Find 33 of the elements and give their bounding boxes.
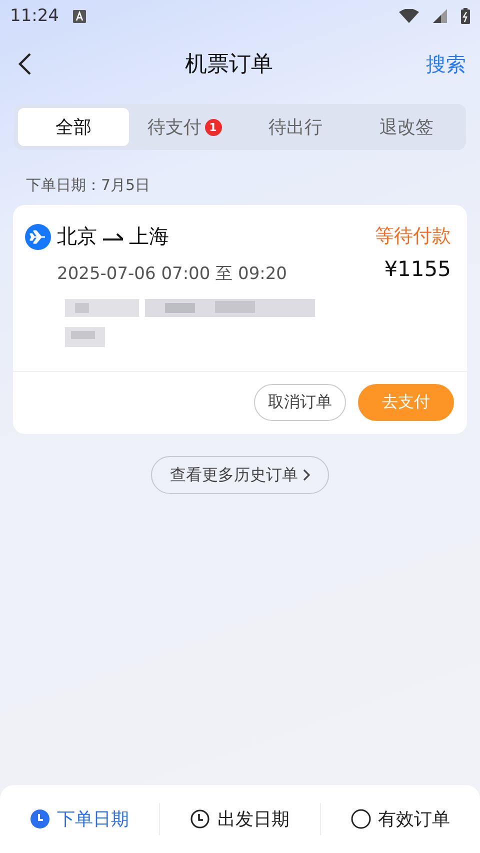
option-label: 有效订单 xyxy=(378,808,450,831)
cancel-order-button[interactable]: 取消订单 xyxy=(254,384,346,421)
page-title: 机票订单 xyxy=(184,51,274,79)
chevron-right-icon xyxy=(302,469,310,481)
count-badge: 1 xyxy=(204,118,222,136)
status-time: 11:24 xyxy=(10,6,59,26)
tab-label: 待出行 xyxy=(268,116,322,139)
route-origin: 北京 xyxy=(57,223,97,250)
plane-icon xyxy=(25,224,51,250)
order-date-label: 下单日期：7月5日 xyxy=(26,176,152,195)
filter-checkbox[interactable]: 有效订单 xyxy=(320,807,480,831)
order-tab[interactable]: 待支付 1 xyxy=(129,108,240,146)
signal-icon xyxy=(433,9,447,23)
option-label: 出发日期 xyxy=(217,808,290,831)
sort-option[interactable]: 出发日期 xyxy=(160,807,320,831)
keyboard-icon xyxy=(73,10,86,22)
order-price: ¥1155 xyxy=(384,257,451,281)
order-card[interactable]: 北京 上海 2025-07-06 07:00 至 09:20 等待付款 ¥1155 取消订单 去支付 xyxy=(13,205,467,434)
battery-icon xyxy=(461,8,470,24)
order-tab[interactable]: 待出行 xyxy=(240,108,351,146)
tab-label: 退改签 xyxy=(380,116,434,139)
order-tab[interactable]: 退改签 xyxy=(351,108,462,146)
flight-time: 2025-07-06 07:00 至 09:20 xyxy=(57,263,288,285)
more-orders-button[interactable]: 查看更多历史订单 xyxy=(151,456,329,494)
sort-option[interactable]: 下单日期 xyxy=(0,807,160,831)
order-status: 等待付款 xyxy=(375,224,451,249)
order-tab[interactable]: 全部 xyxy=(18,108,129,146)
tab-label: 全部 xyxy=(56,116,92,139)
route-destination: 上海 xyxy=(129,223,169,250)
wifi-icon xyxy=(399,9,419,23)
tab-label: 待支付 xyxy=(148,116,202,139)
back-icon[interactable] xyxy=(18,52,32,76)
option-label: 下单日期 xyxy=(57,808,130,831)
